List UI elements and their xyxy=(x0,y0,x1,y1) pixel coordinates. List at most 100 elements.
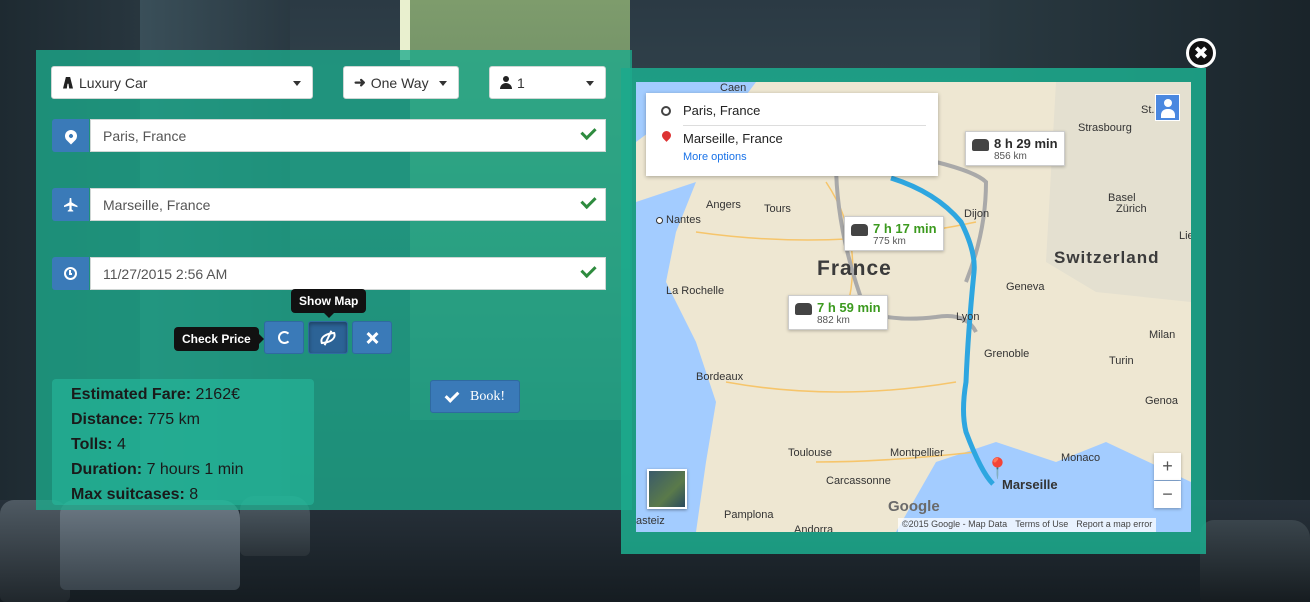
dropoff-row: Marseille, France xyxy=(52,188,606,221)
fare-line: Estimated Fare: 2162€ xyxy=(71,382,314,407)
parked-car xyxy=(1200,520,1310,602)
tolls-label: Tolls: xyxy=(71,436,113,453)
label-pamplona: Pamplona xyxy=(724,509,774,521)
origin-circle-icon xyxy=(661,106,671,116)
close-icon xyxy=(366,332,378,344)
fare-label: Estimated Fare: xyxy=(71,386,192,403)
directions-box: Paris, France Marseille, France More opt… xyxy=(646,93,938,176)
refresh-icon xyxy=(277,331,291,344)
map-data-text: ©2015 Google - Map Data xyxy=(902,519,1008,529)
caret-down-icon xyxy=(439,81,447,86)
clock-icon xyxy=(64,267,77,280)
label-tours: Tours xyxy=(764,203,791,215)
checkmark-icon xyxy=(581,194,597,208)
map-attribution: ©2015 Google - Map Data Terms of Use Rep… xyxy=(898,518,1157,532)
tolls-value: 4 xyxy=(116,436,126,453)
distance-value: 775 km xyxy=(147,411,200,428)
label-nantes: Nantes xyxy=(656,214,701,226)
pickup-row: Paris, France xyxy=(52,119,606,152)
pickup-input[interactable]: Paris, France xyxy=(90,119,606,152)
label-andorra: Andorra xyxy=(794,524,834,532)
caret-down-icon xyxy=(293,81,301,86)
google-logo: Google xyxy=(888,498,940,515)
map-marker-icon xyxy=(62,127,79,144)
route-info-2[interactable]: 7 h 17 min 775 km xyxy=(844,216,944,251)
route-time: 8 h 29 min xyxy=(994,136,1058,151)
caret-down-icon xyxy=(586,81,594,86)
dropoff-addon xyxy=(52,188,89,221)
label-la-rochelle: La Rochelle xyxy=(666,285,725,297)
route-info-1[interactable]: 8 h 29 min 856 km xyxy=(965,131,1065,166)
route-distance: 856 km xyxy=(994,151,1027,162)
close-icon xyxy=(1195,47,1207,59)
show-map-tooltip: Show Map xyxy=(291,289,367,318)
route-distance: 775 km xyxy=(873,236,906,247)
suitcases-value: 8 xyxy=(189,486,199,503)
label-zurich: Zürich xyxy=(1116,203,1147,215)
label-carcassonne: Carcassonne xyxy=(826,475,891,487)
trip-type-select[interactable]: ➜ One Way xyxy=(343,66,459,99)
label-monaco: Monaco xyxy=(1061,452,1101,464)
label-bordeaux: Bordeaux xyxy=(696,371,744,383)
fare-summary: Estimated Fare: 2162€ Distance: 775 km T… xyxy=(52,379,314,505)
car-icon xyxy=(62,76,74,90)
show-map-button[interactable] xyxy=(308,321,348,354)
duration-line: Duration: 7 hours 1 min xyxy=(71,457,314,482)
distance-label: Distance: xyxy=(71,411,144,428)
checkmark-icon xyxy=(581,263,597,277)
close-map-button[interactable] xyxy=(1186,38,1216,68)
label-turin: Turin xyxy=(1109,355,1134,367)
car-icon xyxy=(972,139,989,151)
datetime-input[interactable]: 11/27/2015 2:56 AM xyxy=(90,257,606,290)
datetime-row: 11/27/2015 2:56 AM xyxy=(52,257,606,290)
car-icon xyxy=(795,303,812,315)
suitcases-label: Max suitcases: xyxy=(71,486,185,503)
clear-button[interactable] xyxy=(352,321,392,354)
zoom-out-button[interactable]: − xyxy=(1154,481,1181,508)
datetime-addon xyxy=(52,257,89,290)
label-toulouse: Toulouse xyxy=(788,447,833,459)
label-montpellier: Montpellier xyxy=(890,447,944,459)
label-lie: Lie xyxy=(1179,230,1191,242)
label-milan: Milan xyxy=(1149,329,1176,341)
label-genoa: Genoa xyxy=(1145,395,1179,407)
label-grenoble: Grenoble xyxy=(984,348,1030,360)
tolls-line: Tolls: 4 xyxy=(71,432,314,457)
checkmark-icon xyxy=(581,125,597,139)
label-dijon: Dijon xyxy=(964,208,990,220)
label-vitoria: asteiz xyxy=(636,515,665,527)
route-info-3[interactable]: 7 h 59 min 882 km xyxy=(788,295,888,330)
terms-of-use-link[interactable]: Terms of Use xyxy=(1015,519,1068,531)
distance-line: Distance: 775 km xyxy=(71,407,314,432)
route-time: 7 h 59 min xyxy=(817,300,881,315)
origin-label: Paris, France xyxy=(683,103,761,118)
label-strasbourg: Strasbourg xyxy=(1078,122,1132,134)
destination-marker-icon: 📍 xyxy=(985,458,1010,480)
street-view-pegman-icon[interactable] xyxy=(1155,94,1180,121)
trip-type-value: One Way xyxy=(370,74,429,91)
plane-icon xyxy=(63,197,78,212)
label-switzerland: Switzerland xyxy=(1054,248,1160,267)
book-button[interactable]: Book! xyxy=(430,380,520,413)
check-price-button[interactable] xyxy=(264,321,304,354)
label-angers: Angers xyxy=(706,199,741,211)
label-marseille: Marseille xyxy=(1002,477,1058,492)
passengers-select[interactable]: 1 xyxy=(489,66,606,99)
report-error-link[interactable]: Report a map error xyxy=(1076,519,1152,531)
duration-label: Duration: xyxy=(71,461,143,478)
check-price-tooltip: Check Price xyxy=(174,327,264,351)
dropoff-input[interactable]: Marseille, France xyxy=(90,188,606,221)
datetime-value: 11/27/2015 2:56 AM xyxy=(103,265,228,282)
passengers-value: 1 xyxy=(517,74,525,91)
vehicle-select[interactable]: Luxury Car xyxy=(51,66,313,99)
destination-label: Marseille, France xyxy=(683,131,783,146)
satellite-toggle[interactable] xyxy=(647,469,687,509)
duration-value: 7 hours 1 min xyxy=(146,461,244,478)
parked-car xyxy=(60,500,240,590)
zoom-in-button[interactable]: + xyxy=(1154,453,1181,480)
label-geneva: Geneva xyxy=(1006,281,1045,293)
divider xyxy=(683,125,926,126)
user-icon xyxy=(500,76,512,89)
more-options-link[interactable]: More options xyxy=(683,151,747,163)
car-icon xyxy=(851,224,868,236)
